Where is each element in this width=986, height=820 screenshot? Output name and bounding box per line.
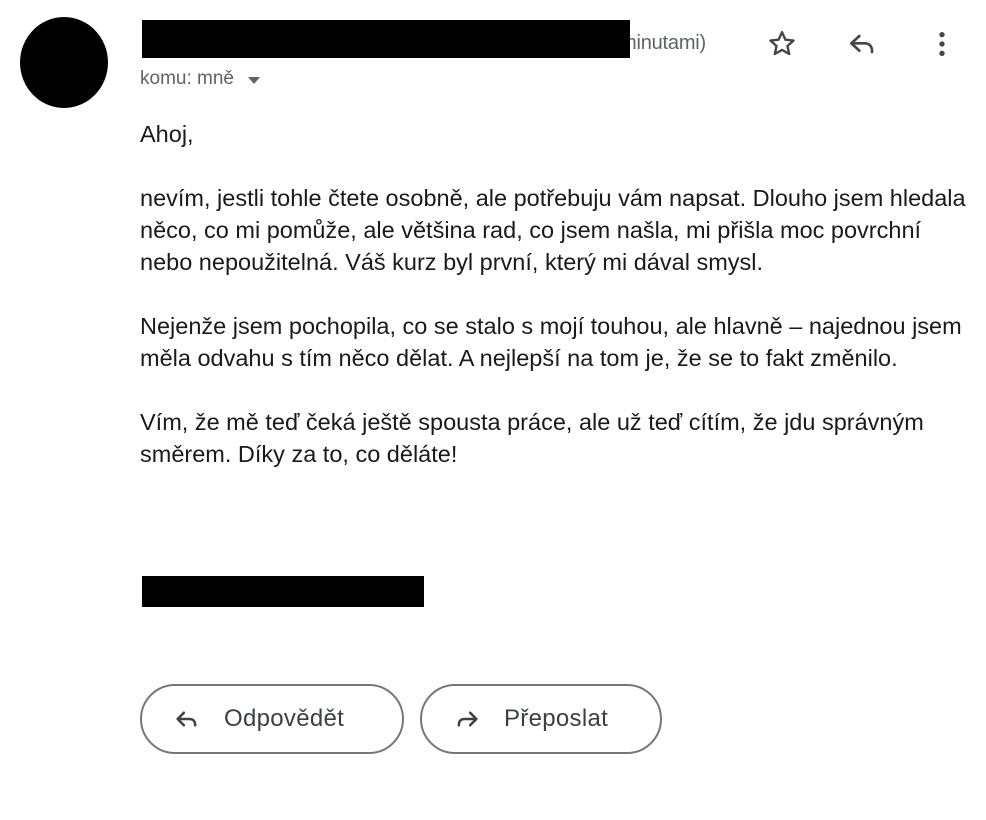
message-time: minutami): [620, 32, 706, 54]
message-body: Ahoj, nevím, jestli tohle čtete osobně, …: [140, 118, 970, 502]
reply-icon: [850, 34, 874, 54]
more-vert-icon: [939, 32, 945, 56]
message-paragraph: Vím, že mě teď čeká ještě spousta práce,…: [140, 409, 924, 467]
message-paragraph: nevím, jestli tohle čtete osobně, ale po…: [140, 185, 966, 275]
star-button[interactable]: [762, 24, 802, 64]
reply-icon: [172, 704, 202, 734]
forward-button[interactable]: Přeposlat: [420, 684, 662, 754]
reply-button[interactable]: Odpovědět: [140, 684, 404, 754]
recipient-details-toggle[interactable]: komu: mně: [140, 68, 260, 90]
caret-down-icon: [247, 77, 260, 84]
recipient-label: komu: mně: [140, 68, 234, 89]
more-options-button[interactable]: [922, 24, 962, 64]
redacted-signature-block: [142, 576, 424, 607]
reply-button-top[interactable]: [842, 24, 882, 64]
reply-button-label: Odpovědět: [224, 705, 345, 732]
forward-button-label: Přeposlat: [504, 705, 609, 732]
message-paragraph: Nejenže jsem pochopila, co se stalo s mo…: [140, 313, 962, 371]
sender-avatar[interactable]: [20, 17, 108, 108]
forward-icon: [452, 704, 482, 734]
redacted-sender-block: [142, 20, 630, 58]
message-greeting: Ahoj,: [140, 121, 194, 147]
star-icon: [769, 31, 795, 56]
